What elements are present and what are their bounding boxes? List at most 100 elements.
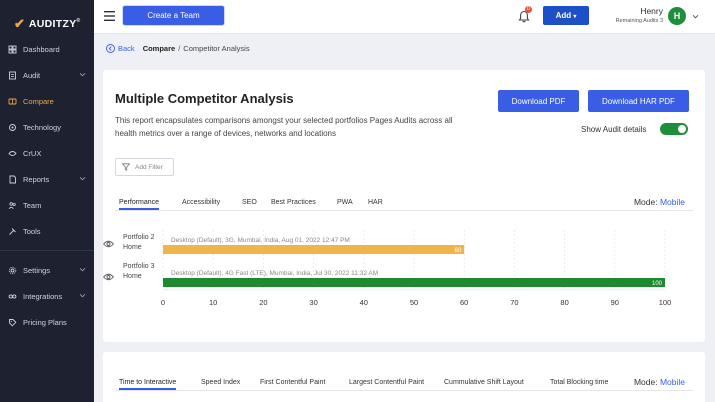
mode-selector[interactable]: Mode: Mobile (634, 197, 685, 207)
chevron-down-icon: ▾ (573, 14, 577, 20)
sidebar-item-label: Team (23, 200, 42, 210)
x-tick-label: 20 (259, 298, 267, 307)
tab-first-contentful-paint[interactable]: First Contentful Paint (260, 379, 325, 386)
tab-performance[interactable]: Performance (119, 199, 160, 210)
mode-selector[interactable]: Mode: Mobile (634, 377, 685, 387)
sidebar-item-pricing-plans[interactable]: Pricing Plans (0, 309, 94, 335)
bar-config-label: Desktop (Default), 4G Fast (LTE), Mumbai… (171, 270, 378, 277)
row-label-portfolio-2: Portfolio 2 Home (123, 233, 155, 253)
sidebar-item-label: CrUX (23, 148, 42, 158)
comparison-card: Multiple Competitor Analysis This report… (103, 70, 705, 342)
sidebar-item-reports[interactable]: Reports (0, 166, 94, 192)
tab-cummulative-shift-layout[interactable]: Cummulative Shift Layout (444, 379, 524, 386)
x-tick-label: 90 (611, 298, 619, 307)
metric-tabs: Mode: Mobile Performance Accessibility SEO… (115, 197, 693, 211)
notification-badge: 0 (525, 6, 532, 13)
tab-seo[interactable]: SEO (242, 199, 257, 206)
tab-har[interactable]: HAR (368, 199, 383, 206)
sidebar: ✔ AUDITZY® Dashboard Audit Compare Technolo… (0, 0, 94, 402)
tools-icon (8, 227, 17, 236)
toggle-knob (678, 125, 686, 133)
x-tick-label: 50 (410, 298, 418, 307)
sidebar-item-team[interactable]: Team (0, 192, 94, 218)
breadcrumb-separator: / (178, 44, 181, 53)
bar (163, 245, 465, 254)
tab-pwa[interactable]: PWA (337, 199, 353, 206)
x-tick-label: 0 (161, 298, 165, 307)
portfolio-name: Portfolio 3 (123, 263, 155, 270)
sidebar-item-label: Tools (23, 226, 41, 236)
portfolio-name: Portfolio 2 (123, 234, 155, 241)
sidebar-item-settings[interactable]: Settings (0, 257, 94, 283)
sidebar-item-audit[interactable]: Audit (0, 62, 94, 88)
sidebar-divider (0, 250, 94, 251)
remaining-audits: Remaining Audits 3 (615, 18, 663, 24)
show-audit-details-toggle[interactable] (660, 123, 688, 135)
performance-chart: 0 10 20 30 40 50 60 70 80 90 100 Desktop (Default),… (103, 220, 705, 320)
download-pdf-button[interactable]: Download PDF (498, 90, 579, 112)
chevron-down-icon[interactable] (692, 13, 699, 20)
tab-time-to-interactive[interactable]: Time to Interactive (119, 379, 177, 390)
back-arrow-icon (106, 44, 115, 53)
sidebar-item-label: Dashboard (23, 44, 60, 54)
eye-icon[interactable] (103, 240, 114, 248)
bar (163, 278, 665, 287)
sidebar-item-crux[interactable]: CrUX (0, 140, 94, 166)
compare-icon (8, 97, 17, 106)
sidebar-item-integrations[interactable]: Integrations (0, 283, 94, 309)
timing-metric-tabs: Mode: Mobile Time to Interactive Speed In… (115, 377, 693, 391)
tab-total-blocking-time[interactable]: Total Blocking time (550, 379, 608, 386)
menu-icon[interactable] (104, 11, 115, 21)
x-tick-label: 60 (460, 298, 468, 307)
sidebar-item-tools[interactable]: Tools (0, 218, 94, 244)
x-tick-label: 10 (209, 298, 217, 307)
bar-value-label: 60 (455, 248, 462, 254)
bar-value-label: 100 (652, 281, 663, 287)
pricing-icon (8, 318, 17, 327)
bar-config-label: Desktop (Default), 3G, Mumbai, India, Au… (171, 237, 350, 244)
sidebar-item-label: Compare (23, 96, 54, 106)
add-filter-button[interactable]: Add Filter (115, 158, 174, 176)
tab-best-practices[interactable]: Best Practices (271, 199, 316, 206)
page-name: Home (123, 273, 142, 280)
chevron-down-icon (79, 176, 86, 181)
avatar[interactable]: H (668, 7, 686, 25)
add-filter-label: Add Filter (135, 163, 163, 171)
x-tick-label: 80 (560, 298, 568, 307)
settings-icon (8, 266, 17, 275)
filter-icon (122, 163, 130, 171)
sidebar-item-label: Integrations (23, 291, 63, 301)
row-label-portfolio-3: Portfolio 3 Home (123, 262, 155, 282)
sidebar-item-label: Technology (23, 122, 61, 132)
sidebar-item-technology[interactable]: Technology (0, 114, 94, 140)
tab-accessibility[interactable]: Accessibility (182, 199, 220, 206)
mode-value: Mobile (659, 197, 685, 207)
back-link[interactable]: Back (106, 44, 135, 53)
dashboard-icon (8, 45, 17, 54)
tab-largest-contentful-paint[interactable]: Largest Contentful Paint (349, 379, 424, 386)
integrations-icon (8, 292, 17, 301)
sidebar-item-dashboard[interactable]: Dashboard (0, 36, 94, 62)
eye-icon[interactable] (103, 273, 114, 281)
technology-icon (8, 123, 17, 132)
page-name: Home (123, 244, 142, 251)
sidebar-item-compare[interactable]: Compare (0, 88, 94, 114)
auditzy-logo-icon: ✔ (14, 16, 25, 31)
create-team-button[interactable]: Create a Team (123, 6, 224, 25)
x-tick-label: 100 (659, 298, 672, 307)
show-audit-details-label: Show Audit details (581, 125, 647, 134)
sidebar-item-label: Audit (23, 70, 41, 80)
breadcrumb-compare[interactable]: Compare (143, 44, 176, 53)
page-title: Multiple Competitor Analysis (115, 91, 294, 106)
breadcrumb: Back Compare / Competitor Analysis (106, 44, 250, 53)
download-har-pdf-button[interactable]: Download HAR PDF (588, 90, 689, 112)
x-tick-label: 40 (360, 298, 368, 307)
brand-logo[interactable]: ✔ AUDITZY® (0, 0, 94, 36)
audit-icon (8, 71, 17, 80)
sidebar-nav: Dashboard Audit Compare Technology CrUX Repor… (0, 36, 94, 335)
reports-icon (8, 175, 17, 184)
timing-metrics-card: Mode: Mobile Time to Interactive Speed In… (103, 352, 705, 402)
tab-speed-index[interactable]: Speed Index (201, 379, 240, 386)
crux-icon (8, 149, 17, 158)
add-dropdown-button[interactable]: Add ▾ (543, 6, 589, 25)
